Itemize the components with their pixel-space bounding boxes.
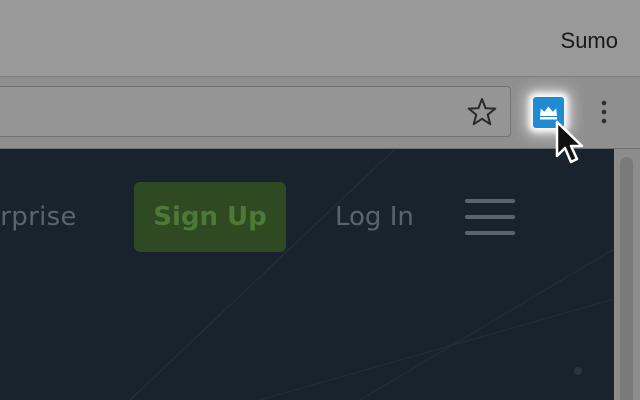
title-bar: Sumo: [0, 0, 640, 77]
mouse-pointer-icon: [555, 120, 584, 164]
scrollbar-thumb[interactable]: [620, 157, 633, 400]
star-icon[interactable]: [466, 96, 498, 128]
scrollbar[interactable]: [614, 149, 640, 400]
log-in-link[interactable]: Log In: [335, 202, 414, 232]
browser-window: Sumo erprise Sign Up Log In: [0, 0, 640, 400]
address-bar[interactable]: [0, 86, 511, 137]
sign-up-button[interactable]: Sign Up: [134, 182, 286, 252]
background-lines: [129, 149, 614, 400]
web-page: erprise Sign Up Log In: [0, 149, 614, 400]
hamburger-icon[interactable]: [465, 199, 515, 235]
profile-name[interactable]: Sumo: [561, 28, 618, 54]
nav-enterprise-link[interactable]: erprise: [0, 202, 77, 232]
browser-menu-icon[interactable]: [598, 96, 610, 128]
